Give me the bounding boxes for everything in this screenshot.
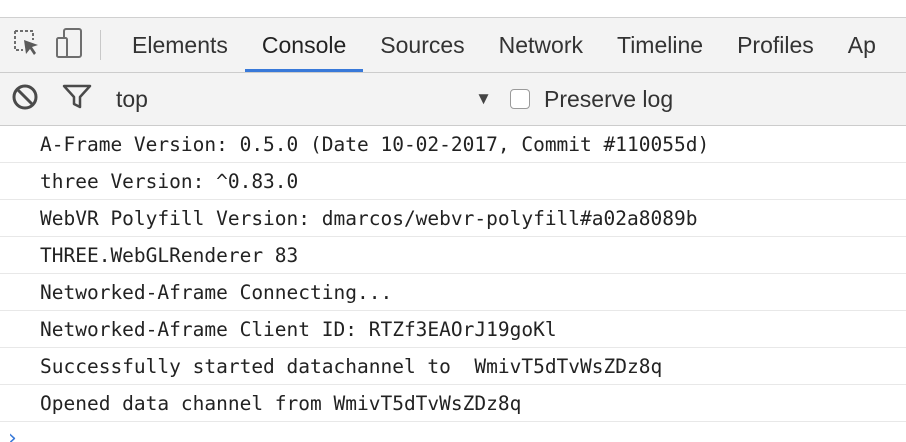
tab-label: Console [261,31,347,58]
context-selector-value: top [116,85,148,112]
top-strip [0,0,906,18]
device-mode-button[interactable] [48,18,92,72]
filter-icon [62,83,92,116]
tab-timeline[interactable]: Timeline [600,18,720,72]
console-message: WebVR Polyfill Version: dmarcos/webvr-po… [0,200,906,237]
tab-network[interactable]: Network [482,18,600,72]
console-message: three Version: ^0.83.0 [0,163,906,200]
devtools-window: Elements Console Sources Network Timelin… [0,0,906,442]
context-selector[interactable]: top ▼ [106,79,506,119]
filter-button[interactable] [62,84,92,114]
console-message: THREE.WebGLRenderer 83 [0,237,906,274]
preserve-log-toggle[interactable]: Preserve log [510,86,673,113]
tab-application[interactable]: Ap [831,18,876,72]
prompt-chevron-icon: › [8,426,17,442]
tab-label: Network [498,31,583,58]
console-prompt[interactable]: › [0,422,906,442]
clear-console-button[interactable] [10,84,40,114]
toolbar-divider [100,30,101,60]
devtools-tab-bar: Elements Console Sources Network Timelin… [0,18,906,73]
tab-label: Elements [132,31,228,58]
tab-label: Sources [380,31,465,58]
console-message: Opened data channel from WmivT5dTvWsZDz8… [0,385,906,422]
device-mode-icon [55,27,85,64]
inspect-element-button[interactable] [4,18,48,72]
console-message: A-Frame Version: 0.5.0 (Date 10-02-2017,… [0,126,906,163]
tab-profiles[interactable]: Profiles [720,18,831,72]
tab-sources[interactable]: Sources [363,18,481,72]
dropdown-arrow-icon: ▼ [475,89,492,108]
console-filter-bar: top ▼ Preserve log [0,73,906,126]
preserve-log-checkbox[interactable] [510,89,530,109]
console-message: Networked-Aframe Client ID: RTZf3EAOrJ19… [0,311,906,348]
tab-label: Timeline [617,31,704,58]
tab-elements[interactable]: Elements [115,18,245,72]
preserve-log-label: Preserve log [544,85,674,112]
inspect-element-icon [11,28,41,63]
tab-console[interactable]: Console [244,18,364,72]
tab-label: Ap [847,31,876,58]
console-message: Successfully started datachannel to Wmiv… [0,348,906,385]
console-message: Networked-Aframe Connecting... [0,274,906,311]
clear-console-icon [11,83,39,116]
console-output: A-Frame Version: 0.5.0 (Date 10-02-2017,… [0,126,906,442]
tab-label: Profiles [737,31,814,58]
